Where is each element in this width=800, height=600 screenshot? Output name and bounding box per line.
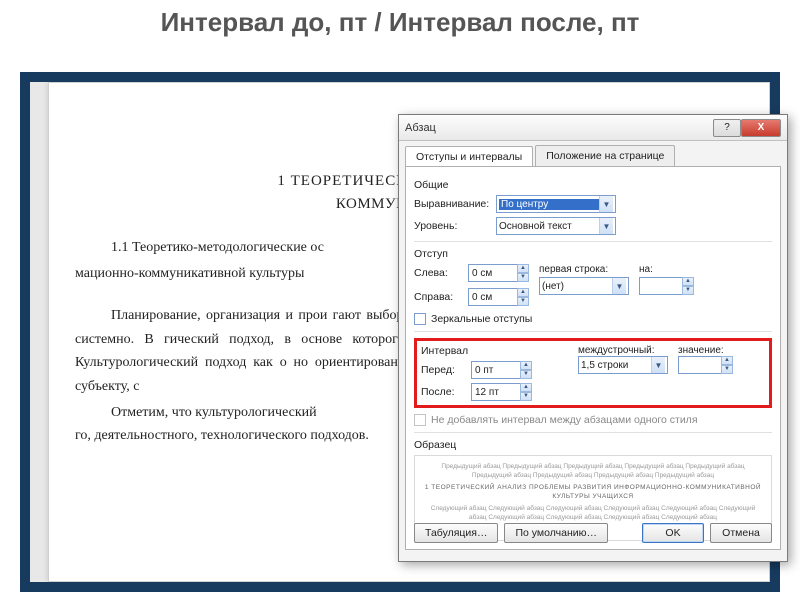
preview-prev-text: Предыдущий абзац Предыдущий абзац Предыд… (423, 462, 763, 480)
spin-down-icon[interactable]: ▼ (682, 286, 694, 295)
spacing-after-label: После: (421, 386, 467, 398)
indent-by-label: на: (639, 264, 694, 275)
chevron-down-icon: ▼ (599, 218, 613, 234)
spin-down-icon[interactable]: ▼ (517, 273, 529, 282)
line-spacing-value: 1,5 строки (581, 360, 651, 371)
alignment-label: Выравнивание: (414, 198, 492, 210)
line-at-spinner[interactable]: ▲▼ (678, 356, 733, 374)
group-preview-title: Образец (414, 439, 772, 451)
first-line-value: (нет) (542, 281, 612, 292)
cancel-button[interactable]: Отмена (710, 523, 772, 543)
tab-indents-spacing[interactable]: Отступы и интервалы (405, 146, 533, 167)
first-line-label: первая строка: (539, 264, 629, 275)
alignment-value: По центру (499, 199, 599, 210)
indent-right-value: 0 см (468, 288, 518, 306)
no-space-same-style-checkbox[interactable]: Не добавлять интервал между абзацами одн… (414, 414, 772, 426)
slide-title: Интервал до, пт / Интервал после, пт (0, 0, 800, 40)
line-spacing-label: междустрочный: (578, 345, 668, 356)
ok-button[interactable]: OK (642, 523, 704, 543)
chevron-down-icon: ▼ (599, 196, 613, 212)
outline-level-value: Основной текст (499, 221, 599, 232)
spacing-before-value: 0 пт (471, 361, 521, 379)
checkbox-icon (414, 414, 426, 426)
indent-by-spinner[interactable]: ▲▼ (639, 277, 694, 295)
group-general-title: Общие (414, 179, 772, 191)
tab-strip: Отступы и интервалы Положение на страниц… (399, 141, 787, 166)
line-at-value (678, 356, 722, 374)
tab-page-position[interactable]: Положение на странице (535, 145, 675, 166)
group-indent-title: Отступ (414, 248, 772, 260)
first-line-combo[interactable]: (нет) ▼ (539, 277, 629, 295)
dialog-titlebar[interactable]: Абзац ? X (399, 115, 787, 141)
indent-right-label: Справа: (414, 291, 464, 303)
spin-up-icon[interactable]: ▲ (721, 356, 733, 365)
mirror-indents-checkbox[interactable]: Зеркальные отступы (414, 313, 772, 325)
spin-up-icon[interactable]: ▲ (520, 383, 532, 392)
spin-up-icon[interactable]: ▲ (517, 288, 529, 297)
preview-sample-text: 1 ТЕОРЕТИЧЕСКИЙ АНАЛИЗ ПРОБЛЕМЫ РАЗВИТИЯ… (423, 483, 763, 501)
indent-left-value: 0 см (468, 264, 518, 282)
spacing-before-label: Перед: (421, 364, 467, 376)
spin-down-icon[interactable]: ▼ (520, 392, 532, 401)
outline-level-combo[interactable]: Основной текст ▼ (496, 217, 616, 235)
close-button[interactable]: X (741, 119, 781, 137)
spacing-before-spinner[interactable]: 0 пт ▲▼ (471, 361, 532, 379)
spacing-after-spinner[interactable]: 12 пт ▲▼ (471, 383, 532, 401)
indent-right-spinner[interactable]: 0 см ▲▼ (468, 288, 529, 306)
indent-left-spinner[interactable]: 0 см ▲▼ (468, 264, 529, 282)
spin-up-icon[interactable]: ▲ (682, 277, 694, 286)
mirror-indents-label: Зеркальные отступы (431, 313, 532, 325)
alignment-combo[interactable]: По центру ▼ (496, 195, 616, 213)
tabs-button[interactable]: Табуляция… (414, 523, 498, 543)
chevron-down-icon: ▼ (612, 278, 626, 294)
outline-level-label: Уровень: (414, 220, 492, 232)
preview-next-text: Следующий абзац Следующий абзац Следующи… (423, 504, 763, 522)
line-spacing-combo[interactable]: 1,5 строки ▼ (578, 356, 668, 374)
line-at-label: значение: (678, 345, 733, 356)
spin-up-icon[interactable]: ▲ (520, 361, 532, 370)
spin-down-icon[interactable]: ▼ (520, 370, 532, 379)
help-button[interactable]: ? (713, 119, 741, 137)
spin-down-icon[interactable]: ▼ (517, 297, 529, 306)
checkbox-icon (414, 313, 426, 325)
dialog-title: Абзац (405, 122, 713, 134)
paragraph-dialog: Абзац ? X Отступы и интервалы Положение … (398, 114, 788, 562)
spacing-after-value: 12 пт (471, 383, 521, 401)
chevron-down-icon: ▼ (651, 357, 665, 373)
indent-left-label: Слева: (414, 267, 464, 279)
indent-by-value (639, 277, 683, 295)
default-button[interactable]: По умолчанию… (504, 523, 608, 543)
spin-down-icon[interactable]: ▼ (721, 365, 733, 374)
tab-panel: Общие Выравнивание: По центру ▼ Уровень:… (405, 166, 781, 550)
spin-up-icon[interactable]: ▲ (517, 264, 529, 273)
no-space-same-style-label: Не добавлять интервал между абзацами одн… (431, 414, 698, 426)
